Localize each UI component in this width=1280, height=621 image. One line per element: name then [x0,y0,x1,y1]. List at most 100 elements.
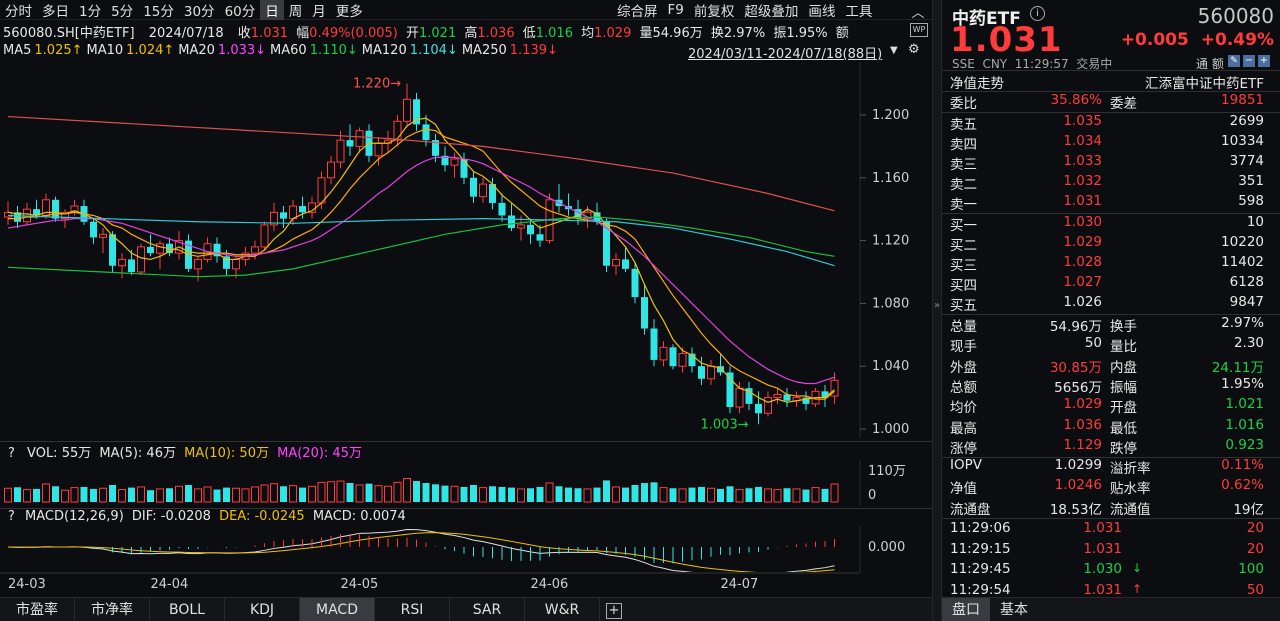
indicator-tab[interactable]: SAR [450,598,525,621]
bid-row[interactable]: 买五 1.026 9847 [942,294,1272,314]
indicator-tab[interactable]: 市盈率 [0,598,75,621]
macd-chart[interactable]: 0.000 [0,526,932,572]
volume-bar [223,487,230,502]
toolbar-button[interactable]: 综合屏 [612,0,663,20]
quote-tab[interactable]: 盘口 [942,598,990,621]
volume-bar [470,484,477,502]
chevron-up-icon[interactable]: ︿ [910,2,926,21]
indicator-tab[interactable]: BOLL [150,598,225,621]
help-icon[interactable]: ? [8,509,15,524]
toolbar-button[interactable]: 工具 [840,0,877,20]
quote-tab[interactable]: 基本 [990,598,1038,621]
ask-row[interactable]: 卖三 1.033 3774 [942,153,1272,173]
toolbar-button[interactable]: 画线 [803,0,840,20]
ma-legend-item: MA250 1.139↓ [462,43,558,58]
candle [260,221,269,251]
candle [90,218,97,244]
candle [280,206,287,229]
indicator-tab[interactable]: MACD [300,598,375,621]
pct-value: +0.49% [1200,30,1274,50]
period-tab[interactable]: 1分 [74,0,106,20]
candle-body [498,202,506,216]
tick-row: 11:29:06 1.031 20 [942,520,1272,540]
ask-row[interactable]: 卖一 1.031 598 [942,193,1272,213]
candle [80,199,88,225]
candlestick-chart[interactable]: 1.000 1.040 1.080 1.120 1.160 1.200 1.220→ 1.00… [0,62,932,438]
volume-bar [593,487,601,502]
stat-value: 5656万 [1054,379,1102,396]
bid-row[interactable]: 买四 1.027 6128 [942,274,1272,294]
toolbar-button[interactable]: 超级叠加 [739,0,803,20]
period-tab[interactable]: 周 [284,0,308,20]
period-tab[interactable]: 月 [307,0,331,20]
pane-divider[interactable]: » [932,0,942,621]
volume-bar [327,481,335,503]
volume-bar [289,485,297,503]
plus-icon[interactable]: + [600,598,628,621]
ask-row[interactable]: 卖五 1.035 2699 [942,113,1272,133]
expand-icon[interactable]: » [933,300,941,311]
range-dropdown-icon[interactable]: ▼ [890,45,898,56]
volume-bar [489,486,496,502]
volume-chart[interactable]: 110万 0 [0,460,932,506]
vol-ma10: MA(10): 50万 [184,446,269,461]
period-tab[interactable]: 5分 [106,0,138,20]
ask-row[interactable]: 卖四 1.034 10334 [942,133,1272,153]
wp-icon[interactable]: WP [910,23,928,37]
ask-row[interactable]: 卖二 1.032 351 [942,173,1272,193]
info-icon[interactable]: i [1030,6,1045,21]
minus-icon[interactable]: − [1243,55,1255,67]
tick-arrow: ↓ [1132,561,1143,575]
indicator-tab[interactable]: KDJ [225,598,300,621]
candle [641,284,648,335]
volume-bar [166,488,173,502]
pen-icon[interactable]: ✎ [1228,55,1240,67]
bid-row[interactable]: 买二 1.029 10220 [942,234,1272,254]
settings-icon[interactable]: ⚙ [908,42,920,57]
toolbar-button[interactable]: F9 [663,2,689,18]
period-tab[interactable]: 30分 [179,0,220,20]
period-tab[interactable]: 多日 [37,0,74,20]
toolbar-button[interactable]: 前复权 [689,0,740,20]
tick-price: 1.031 [1083,581,1122,598]
price-tick-label: 1.160 [872,171,909,186]
indicator-tab[interactable]: W&R [525,598,600,621]
period-tab[interactable]: 60分 [220,0,261,20]
candle-body [755,403,762,414]
date-tick-label: 24-05 [341,577,379,592]
date-range-label[interactable]: 2024/03/11-2024/07/18(88日) [688,43,882,62]
bid-label: 买二 [950,238,977,254]
volume-bar [755,486,762,502]
period-tab[interactable]: 分时 [0,0,37,20]
indicator-tab[interactable]: RSI [375,598,450,621]
nav-row[interactable]: 净值走势 汇添富中证中药ETF [942,72,1272,92]
volume-bar [735,489,744,503]
candle [99,228,107,254]
bid-row[interactable]: 买一 1.030 10 [942,214,1272,234]
candle-body [90,221,97,238]
candle-body [773,393,782,399]
stat-label: 总额 [950,379,977,396]
period-tab[interactable]: 日 [260,0,284,20]
candle-body [147,246,154,254]
bid-label: 买四 [950,278,977,294]
quote-tabs: 盘口 基本 [942,597,1280,621]
plus-icon[interactable]: + [1258,55,1270,67]
ask-label: 卖一 [950,197,977,213]
candle [650,319,658,367]
stat-label: 最低 [1110,420,1137,437]
volume-bar [185,484,192,502]
price-tick-label: 1.000 [872,422,909,437]
nav-label[interactable]: 净值走势 [950,72,1004,92]
period-tab[interactable]: 更多 [331,0,368,20]
bid-price: 1.027 [1063,274,1102,290]
indicator-tab[interactable]: 市净率 [75,598,150,621]
stat-label: 最高 [950,420,977,437]
volume-bar [450,485,459,503]
ask-price: 1.034 [1063,133,1102,149]
candle [137,243,145,276]
ma-value: 1.024↑ [126,43,175,58]
period-tab[interactable]: 15分 [138,0,179,20]
help-icon[interactable]: ? [8,446,15,461]
bid-row[interactable]: 买三 1.028 11402 [942,254,1272,274]
